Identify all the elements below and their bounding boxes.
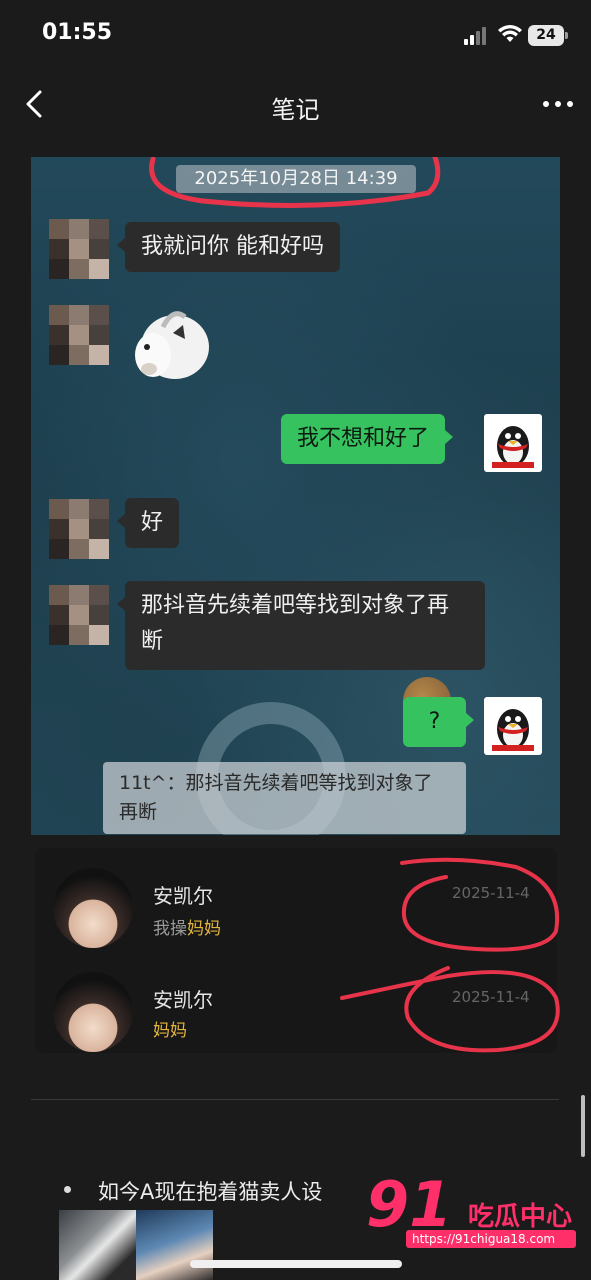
home-indicator[interactable] [190,1260,402,1268]
status-time: 01:55 [42,20,113,45]
note-page: 01:55 24 笔记 2025年10月28日 14:39 我就问你 能和好吗 … [0,0,591,1280]
comment-text: 妈妈 [153,1016,187,1041]
avatar-pixelated [49,219,109,279]
comment-username[interactable]: 安凯尔 [153,984,213,1013]
quoted-message: 11t^：那抖音先续着吧等找到对象了再断 [103,762,466,834]
avatar-pixelated [49,499,109,559]
comment-text-highlight: 妈妈 [153,1021,187,1041]
page-title: 笔记 [271,96,320,124]
chat-timestamp: 2025年10月28日 14:39 [176,165,416,193]
avatar-pixelated [49,585,109,645]
battery-level: 24 [528,25,564,46]
watermark-url: https://91chigua18.com [406,1230,576,1248]
comment-date: 2025-11-4 [452,988,530,1006]
article-bullet-text: 如今A现在抱着猫卖人设 [98,1180,323,1204]
comment-text-highlight: 妈妈 [187,919,221,939]
section-divider [31,1099,559,1100]
qq-penguin-avatar [484,414,542,472]
status-bar: 01:55 24 [0,0,591,70]
bullet-point [64,1186,71,1193]
nav-bar: 笔记 [0,70,591,140]
message-bubble: 好 [116,498,180,548]
avatar-pixelated [49,305,109,365]
scrollbar[interactable] [581,1095,585,1157]
watermark-name: 吃瓜中心 [468,1202,573,1232]
comment-text: 我操妈妈 [153,914,221,939]
comments-panel: 安凯尔 我操妈妈 2025-11-4 安凯尔 妈妈 2025-11-4 [35,848,557,1053]
goat-sticker-icon [135,311,209,379]
image-thumbnail[interactable] [59,1210,136,1280]
comment-item[interactable]: 安凯尔 妈妈 2025-11-4 [35,960,557,1052]
user-avatar[interactable] [53,972,133,1052]
message-bubble-outgoing: ? [403,697,474,747]
comment-username[interactable]: 安凯尔 [153,880,213,909]
chat-screenshot: 2025年10月28日 14:39 我就问你 能和好吗 我不想和好了 好 那抖音… [31,157,560,835]
message-bubble: 那抖音先续着吧等找到对象了再断 [117,581,485,670]
battery-icon: 24 [528,25,568,46]
qq-penguin-avatar [484,697,542,755]
message-bubble-outgoing: 我不想和好了 [281,414,454,464]
comment-item[interactable]: 安凯尔 我操妈妈 2025-11-4 [35,856,557,948]
image-thumbnail[interactable] [136,1210,213,1280]
comment-text-prefix: 我操 [153,919,187,939]
comment-date: 2025-11-4 [452,884,530,902]
message-bubble: 我就问你 能和好吗 [117,222,340,272]
wifi-icon [498,25,522,42]
more-options-icon[interactable] [540,92,576,116]
user-avatar[interactable] [53,868,133,948]
cellular-signal-icon [464,27,490,45]
